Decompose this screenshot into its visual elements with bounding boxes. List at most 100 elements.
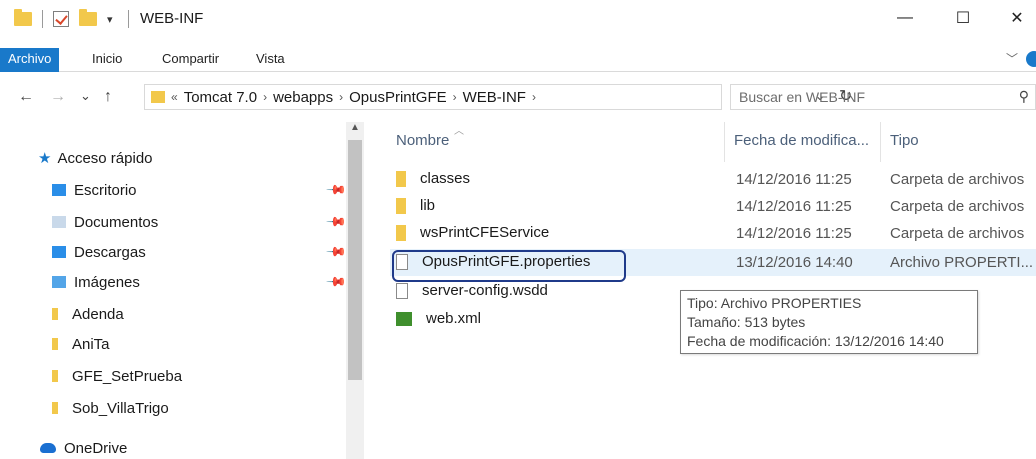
search-placeholder: Buscar en WEB-INF (739, 89, 866, 105)
navigation-pane: ★ Acceso rápido Escritorio 📌 Documentos … (0, 122, 370, 459)
file-tooltip: Tipo: Archivo PROPERTIES Tamaño: 513 byt… (680, 290, 978, 354)
sidebar-item-adenda[interactable]: Adenda (52, 300, 124, 328)
sidebar-item-gfe-setprueba[interactable]: GFE_SetPrueba (52, 362, 182, 390)
folder-icon (52, 402, 58, 414)
sidebar-item-quick-access[interactable]: ★ Acceso rápido (38, 144, 153, 172)
minimize-button[interactable]: — (882, 0, 928, 36)
up-button[interactable]: ↑ (104, 88, 112, 106)
downloads-folder-icon (52, 246, 66, 258)
folder-icon (396, 197, 406, 214)
scrollbar-thumb[interactable] (348, 140, 362, 380)
folder-icon (52, 308, 58, 320)
properties-icon[interactable] (53, 11, 69, 27)
sidebar-item-onedrive[interactable]: OneDrive (40, 434, 127, 459)
file-icon (396, 282, 408, 299)
search-input[interactable]: Buscar en WEB-INF ⚲ (730, 84, 1036, 110)
window-title: WEB-INF (140, 10, 204, 27)
file-date: 13/12/2016 14:40 (736, 254, 853, 271)
sidebar-item-documentos[interactable]: Documentos (52, 208, 158, 236)
table-row[interactable]: wsPrintCFEService 14/12/2016 11:25 Carpe… (390, 220, 1036, 247)
sidebar-item-label: AniTa (72, 335, 110, 353)
file-type: Carpeta de archivos (890, 171, 1025, 188)
tooltip-modified: Fecha de modificación: 13/12/2016 14:40 (687, 333, 944, 349)
quick-access-toolbar: ▾ (14, 9, 113, 28)
file-type: Carpeta de archivos (890, 198, 1025, 215)
file-name: lib (420, 197, 436, 214)
table-row[interactable]: lib 14/12/2016 11:25 Carpeta de archivos (390, 193, 1036, 220)
expand-ribbon-icon[interactable]: ﹀ (1006, 50, 1018, 67)
forward-button[interactable]: → (50, 88, 66, 106)
navigation-bar: ← → ⌄ ↑ « Tomcat 7.0 › webapps › OpusPri… (0, 84, 1036, 114)
sidebar-item-escritorio[interactable]: Escritorio (52, 176, 137, 204)
close-button[interactable]: ✕ (994, 0, 1036, 36)
file-type: Carpeta de archivos (890, 225, 1025, 242)
file-name: wsPrintCFEService (420, 224, 550, 241)
column-divider[interactable] (724, 122, 725, 162)
column-header-name[interactable]: Nombre (396, 132, 449, 168)
breadcrumb-opusprintgfe[interactable]: OpusPrintGFE (343, 89, 453, 106)
file-name: classes (420, 170, 471, 187)
sidebar-item-anita[interactable]: AniTa (52, 330, 110, 358)
sidebar-item-label: Adenda (72, 305, 124, 323)
address-bar[interactable]: « Tomcat 7.0 › webapps › OpusPrintGFE › … (144, 84, 852, 110)
customize-toolbar-icon[interactable]: ▾ (107, 13, 113, 26)
sort-ascending-icon: ︿ (454, 126, 464, 137)
cloud-icon (40, 443, 56, 453)
maximize-button[interactable]: ☐ (940, 0, 986, 36)
new-folder-icon[interactable] (79, 9, 97, 26)
column-header-type[interactable]: Tipo (890, 132, 919, 168)
desktop-folder-icon (52, 184, 66, 196)
pictures-folder-icon (52, 276, 66, 288)
scroll-up-icon[interactable]: ▲ (350, 122, 360, 133)
tooltip-size: Tamaño: 513 bytes (687, 314, 806, 330)
search-icon[interactable]: ⚲ (1019, 88, 1029, 105)
breadcrumb-web-inf[interactable]: WEB-INF (457, 89, 532, 106)
table-row[interactable]: classes 14/12/2016 11:25 Carpeta de arch… (390, 166, 1036, 193)
xml-file-icon (396, 311, 412, 326)
sidebar-item-label: Acceso rápido (57, 149, 153, 167)
chevron-right-icon[interactable]: › (532, 90, 536, 104)
sidebar-item-label: Documentos (74, 213, 159, 231)
pin-icon[interactable]: 📌 (325, 241, 347, 264)
breadcrumb-webapps[interactable]: webapps (267, 89, 339, 106)
folder-icon (396, 170, 406, 187)
file-name: server-config.wsdd (422, 282, 548, 299)
sidebar-item-imagenes[interactable]: Imágenes (52, 268, 140, 296)
documents-folder-icon (52, 216, 66, 228)
folder-icon (52, 370, 58, 382)
sidebar-item-descargas[interactable]: Descargas (52, 238, 146, 266)
sidebar-item-label: Escritorio (74, 181, 137, 199)
sidebar-item-label: Descargas (74, 243, 146, 261)
star-icon: ★ (38, 150, 52, 167)
sidebar-item-label: OneDrive (64, 439, 128, 457)
folder-icon[interactable] (14, 9, 32, 26)
sidebar-item-sob-villatrigo[interactable]: Sob_VillaTrigo (52, 394, 169, 422)
sidebar-item-label: Sob_VillaTrigo (72, 399, 169, 417)
tab-inicio[interactable]: Inicio (92, 48, 122, 72)
toolbar-separator (42, 10, 43, 28)
column-header-date[interactable]: Fecha de modifica... (734, 132, 869, 168)
folder-icon (151, 91, 165, 103)
tab-vista[interactable]: Vista (256, 48, 285, 72)
pin-icon[interactable]: 📌 (325, 179, 347, 202)
recent-locations-button[interactable]: ⌄ (80, 88, 91, 104)
file-type: Archivo PROPERTI... (890, 254, 1034, 271)
title-bar: ▾ WEB-INF — ☐ ✕ (0, 0, 1036, 40)
tab-archivo[interactable]: Archivo (0, 48, 60, 72)
sidebar-item-label: GFE_SetPrueba (72, 367, 183, 385)
help-icon[interactable] (1026, 51, 1036, 67)
breadcrumb-tomcat[interactable]: Tomcat 7.0 (178, 89, 263, 106)
folder-icon (396, 224, 406, 241)
column-divider[interactable] (880, 122, 881, 162)
tab-compartir[interactable]: Compartir (162, 48, 219, 72)
breadcrumb-overflow[interactable]: « (171, 90, 178, 104)
pin-icon[interactable]: 📌 (325, 271, 347, 294)
file-date: 14/12/2016 11:25 (736, 225, 852, 242)
back-button[interactable]: ← (18, 88, 34, 106)
pin-icon[interactable]: 📌 (325, 211, 347, 234)
title-separator (128, 10, 129, 28)
file-name: web.xml (426, 310, 482, 327)
navigation-scrollbar[interactable]: ▲ (346, 122, 364, 459)
folder-icon (52, 338, 58, 350)
sidebar-item-label: Imágenes (74, 273, 140, 291)
